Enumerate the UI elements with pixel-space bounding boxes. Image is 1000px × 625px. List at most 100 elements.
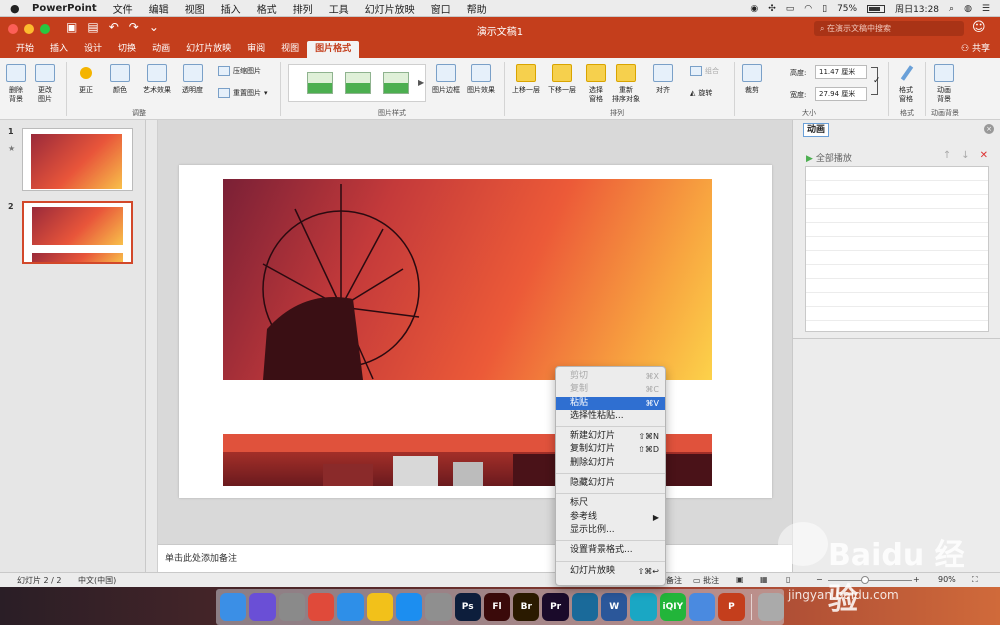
siri-icon[interactable]	[249, 593, 276, 621]
qq-icon[interactable]	[366, 593, 393, 621]
slide-thumbnail-1[interactable]	[22, 128, 133, 191]
context-menu-item[interactable]: 粘贴 ⌘V	[556, 396, 665, 410]
play-all-button[interactable]: ▶ 全部播放	[806, 151, 852, 164]
premiere-icon[interactable]: Pr	[542, 593, 569, 621]
move-down-icon[interactable]: ↓	[961, 150, 969, 161]
artistic-effects-button[interactable]: 艺术效果	[143, 64, 171, 95]
menu-powerpoint[interactable]: PowerPoint	[24, 3, 105, 14]
context-menu-item[interactable]: 隐藏幻灯片	[556, 477, 665, 490]
crop-button[interactable]: 裁剪	[742, 64, 762, 95]
context-menu-item[interactable]: 幻灯片放映 ⇧⌘↩	[556, 565, 665, 578]
menu-window[interactable]: 窗口	[423, 1, 459, 16]
picture-border-button[interactable]: 图片边框	[432, 64, 460, 95]
reset-picture-button[interactable]: 重置图片 ▾	[218, 88, 268, 98]
smiley-feedback-icon[interactable]: ☺	[972, 20, 986, 35]
tab-design[interactable]: 设计	[76, 41, 110, 58]
share-button[interactable]: ⚇ 共享	[961, 41, 990, 58]
context-menu-item[interactable]: 删除幻灯片	[556, 457, 665, 470]
slide-thumbnail-2[interactable]	[22, 201, 133, 264]
powerpoint-icon[interactable]: P	[718, 593, 745, 621]
menu-tools[interactable]: 工具	[321, 1, 357, 16]
picture-effects-button[interactable]: 图片效果	[467, 64, 495, 95]
siri-menubar-icon[interactable]: ◍	[964, 4, 972, 14]
menu-view[interactable]: 视图	[177, 1, 213, 16]
bridge-icon[interactable]: Br	[513, 593, 540, 621]
delete-animation-icon[interactable]: ✕	[980, 150, 988, 161]
safari-icon[interactable]	[337, 593, 364, 621]
wifi-icon[interactable]: ◠	[804, 4, 812, 14]
windmill-picture[interactable]	[223, 179, 712, 380]
gallery-next-icon[interactable]: ▶	[418, 78, 424, 87]
color-button[interactable]: 颜色	[110, 64, 130, 95]
photoshop-icon[interactable]: Ps	[454, 593, 481, 621]
iqiyi-icon[interactable]: iQIY	[659, 593, 686, 621]
animated-background-button[interactable]: 动画 背景	[934, 64, 954, 104]
chrome-icon[interactable]	[307, 593, 335, 621]
picture-style-thumb[interactable]	[383, 72, 409, 94]
thumbnails-scrollbar[interactable]	[146, 120, 158, 572]
flash-icon[interactable]: Fl	[483, 593, 511, 621]
tab-view[interactable]: 视图	[273, 41, 307, 58]
menu-insert[interactable]: 插入	[213, 1, 249, 16]
context-menu-item[interactable]: 标尺	[556, 497, 665, 510]
lock-aspect-checkbox[interactable]: ✓	[873, 76, 881, 86]
bring-forward-button[interactable]: 上移一层	[512, 64, 540, 95]
context-menu-item[interactable]: 选择性粘贴...	[556, 410, 665, 423]
menu-help[interactable]: 帮助	[459, 1, 495, 16]
notes-toggle[interactable]: 备注	[666, 575, 682, 586]
animation-list[interactable]	[805, 166, 989, 332]
context-menu-item[interactable]: 设置背景格式...	[556, 544, 665, 557]
airplay-icon[interactable]: ▯	[822, 4, 827, 14]
corrections-button[interactable]: 更正	[76, 64, 96, 95]
apple-icon[interactable]: ●	[10, 2, 24, 15]
context-menu-item[interactable]: 新建幻灯片 ⇧⌘N	[556, 430, 665, 443]
menu-format[interactable]: 格式	[249, 1, 285, 16]
context-menu-item[interactable]: 参考线 ▶	[556, 511, 665, 524]
notification-center-icon[interactable]: ☰	[982, 4, 990, 14]
picture-style-thumb[interactable]	[345, 72, 371, 94]
tab-picture-format[interactable]: 图片格式	[307, 41, 360, 58]
comments-toggle[interactable]: ▭ 批注	[693, 575, 719, 586]
format-pane-button[interactable]: 格式 窗格	[896, 64, 916, 104]
language[interactable]: 中文(中国)	[78, 575, 116, 586]
tab-review[interactable]: 审阅	[239, 41, 273, 58]
xcode-icon[interactable]	[689, 593, 716, 621]
width-field[interactable]: 27.94 厘米	[815, 87, 867, 101]
clock[interactable]: 周日13:28	[895, 2, 939, 15]
transparency-button[interactable]: 透明度	[182, 64, 203, 95]
close-icon[interactable]: ×	[984, 124, 994, 134]
finder-icon[interactable]	[220, 593, 247, 621]
slide-sorter-icon[interactable]: ▦	[760, 575, 768, 584]
remove-background-button[interactable]: 删除 背景	[6, 64, 26, 104]
menu-slideshow[interactable]: 幻灯片放映	[357, 1, 423, 16]
send-backward-button[interactable]: 下移一层	[548, 64, 576, 95]
move-up-icon[interactable]: ↑	[943, 150, 951, 161]
selection-pane-button[interactable]: 选择 窗格	[586, 64, 606, 104]
slide-canvas[interactable]	[179, 165, 772, 498]
appstore-icon[interactable]	[395, 593, 423, 621]
word-icon[interactable]: W	[601, 593, 628, 621]
menu-arrange[interactable]: 排列	[285, 1, 321, 16]
reorder-objects-button[interactable]: 重新 排序对象	[612, 64, 640, 104]
edge-icon[interactable]	[571, 593, 599, 621]
search-field[interactable]: ⌕ 在演示文稿中搜索	[814, 21, 964, 36]
tab-animations[interactable]: 动画	[144, 41, 178, 58]
change-picture-button[interactable]: 更改 图片	[35, 64, 55, 104]
notes-pane[interactable]: 单击此处添加备注	[158, 544, 792, 572]
rotate-button[interactable]: ◭ 旋转	[690, 88, 712, 98]
compress-pictures-button[interactable]: 压缩图片	[218, 66, 261, 76]
settings-icon[interactable]	[425, 593, 452, 621]
align-button[interactable]: 对齐	[653, 64, 673, 95]
tab-slideshow[interactable]: 幻灯片放映	[178, 41, 239, 58]
picture-style-thumb[interactable]	[307, 72, 333, 94]
pinwheel-icon[interactable]: ✣	[768, 4, 776, 14]
picture-styles-gallery[interactable]	[288, 64, 426, 102]
tab-insert[interactable]: 插入	[42, 41, 76, 58]
display-icon[interactable]: ▭	[786, 4, 795, 14]
tab-transitions[interactable]: 切换	[110, 41, 144, 58]
spotlight-icon[interactable]: ⌕	[949, 4, 954, 14]
context-menu-item[interactable]: 显示比例...	[556, 524, 665, 537]
menu-file[interactable]: 文件	[105, 1, 141, 16]
context-menu-item[interactable]: 复制幻灯片 ⇧⌘D	[556, 443, 665, 456]
normal-view-icon[interactable]: ▣	[736, 575, 744, 584]
